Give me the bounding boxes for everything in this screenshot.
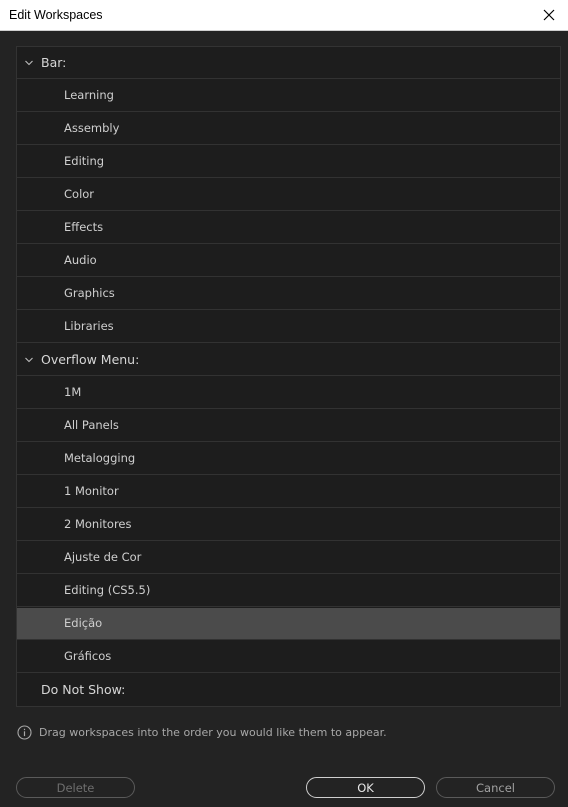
chevron-down-icon[interactable] <box>24 58 34 68</box>
delete-button[interactable]: Delete <box>16 777 135 798</box>
close-icon <box>543 9 555 21</box>
workspace-item[interactable]: 1 Monitor <box>17 476 560 508</box>
cancel-button[interactable]: Cancel <box>436 777 555 798</box>
workspace-item[interactable]: Libraries <box>17 311 560 343</box>
workspace-item-label: Editing <box>64 154 105 168</box>
workspace-item[interactable]: Audio <box>17 245 560 277</box>
group-header-do-not-show[interactable]: Do Not Show: <box>17 674 560 706</box>
group-header-overflow-menu[interactable]: Overflow Menu: <box>17 344 560 376</box>
workspace-item-label: Color <box>64 187 95 201</box>
workspace-item-label: Graphics <box>64 286 115 300</box>
workspace-item-label: Editing (CS5.5) <box>64 583 151 597</box>
workspace-item[interactable]: Editing <box>17 146 560 178</box>
workspace-item[interactable]: Metalogging <box>17 443 560 475</box>
workspace-item-label: Libraries <box>64 319 114 333</box>
close-button[interactable] <box>530 0 568 30</box>
workspace-item-label: Effects <box>64 220 104 234</box>
workspace-item[interactable]: 1M <box>17 377 560 409</box>
workspace-item-selected[interactable]: Edição <box>17 608 560 640</box>
workspace-item[interactable]: Graphics <box>17 278 560 310</box>
workspace-item[interactable]: Assembly <box>17 113 560 145</box>
workspace-item-label: Learning <box>64 88 114 102</box>
window-title: Edit Workspaces <box>9 8 103 22</box>
workspace-item-label: 1M <box>64 385 82 399</box>
workspace-item-label: Audio <box>64 253 97 267</box>
workspace-item[interactable]: Gráficos <box>17 641 560 673</box>
workspace-item[interactable]: Effects <box>17 212 560 244</box>
workspace-list[interactable]: Bar: Learning Assembly Editing Color Eff… <box>16 46 561 707</box>
workspace-item[interactable]: All Panels <box>17 410 560 442</box>
workspace-item-label: Gráficos <box>64 649 112 663</box>
chevron-down-icon[interactable] <box>24 355 34 365</box>
workspace-item[interactable]: Editing (CS5.5) <box>17 575 560 607</box>
group-header-bar[interactable]: Bar: <box>17 47 560 79</box>
workspace-item-label: 1 Monitor <box>64 484 119 498</box>
workspace-item[interactable]: Ajuste de Cor <box>17 542 560 574</box>
info-icon <box>17 724 32 740</box>
workspace-item-label: Assembly <box>64 121 120 135</box>
group-label: Do Not Show: <box>41 682 126 697</box>
workspace-item-label: All Panels <box>64 418 119 432</box>
workspace-item[interactable]: Color <box>17 179 560 211</box>
workspace-item-label: Edição <box>64 616 103 630</box>
hint-text: Drag workspaces into the order you would… <box>39 725 387 739</box>
workspace-item-label: Ajuste de Cor <box>64 550 142 564</box>
ok-button[interactable]: OK <box>306 777 425 798</box>
workspace-item-label: 2 Monitores <box>64 517 132 531</box>
group-label: Overflow Menu: <box>41 352 140 367</box>
title-bar: Edit Workspaces <box>0 0 568 31</box>
drag-hint: Drag workspaces into the order you would… <box>17 723 387 741</box>
workspace-item-label: Metalogging <box>64 451 136 465</box>
workspace-item[interactable]: 2 Monitores <box>17 509 560 541</box>
workspace-item[interactable]: Learning <box>17 80 560 112</box>
group-label: Bar: <box>41 55 67 70</box>
